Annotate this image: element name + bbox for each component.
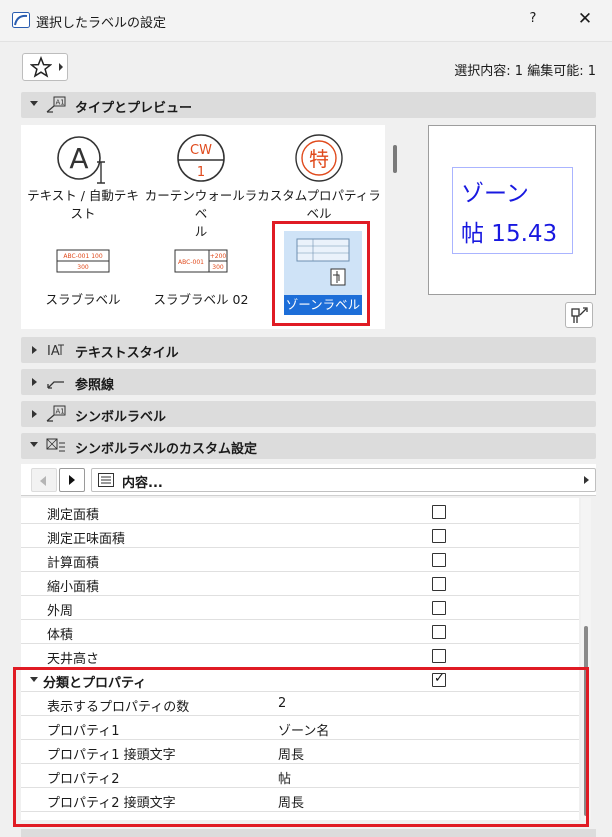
preview-line-1: ゾーン — [461, 181, 529, 207]
row-name: 計算面積 — [47, 556, 100, 571]
svg-text:ABC-001 100: ABC-001 100 — [63, 253, 102, 260]
row-name: 天井高さ — [47, 652, 100, 667]
section-title: シンボルラベル — [75, 410, 167, 425]
caret-right-icon — [59, 63, 63, 71]
preview-pane: ゾーン 帖 15.43 — [428, 125, 596, 295]
symbol-label-icon: A1 — [46, 405, 66, 422]
section-partial — [21, 829, 596, 837]
collapse-icon — [30, 101, 38, 106]
help-button[interactable]: ? — [524, 11, 542, 31]
collapse-icon — [30, 442, 38, 447]
preview-options-button[interactable] — [565, 302, 593, 328]
row-checkbox[interactable] — [432, 577, 446, 591]
row-name: 縮小面積 — [47, 580, 100, 595]
type-caption: スラブラベル 02 — [153, 292, 249, 307]
row-name: 体積 — [47, 628, 74, 643]
list-row: 測定面積 — [21, 500, 579, 524]
section-symbol-label[interactable]: A1 シンボルラベル — [21, 401, 596, 427]
leader-line-icon — [47, 381, 64, 389]
row-name: 測定面積 — [47, 508, 100, 523]
title-bar: 選択したラベルの設定 ? ✕ — [0, 0, 612, 42]
row-checkbox[interactable] — [432, 553, 446, 567]
svg-text:1: 1 — [197, 165, 205, 180]
list-row: 体積 — [21, 620, 579, 644]
row-checkbox[interactable] — [432, 529, 446, 543]
preview-line-2: 帖 15.43 — [461, 221, 558, 247]
list-row: 縮小面積 — [21, 572, 579, 596]
section-title: タイプとプレビュー — [75, 101, 193, 116]
expand-icon — [32, 410, 37, 418]
svg-text:A: A — [69, 142, 88, 175]
label-type-custom-property[interactable]: 特 カスタムプロパティラ ベル — [257, 131, 381, 223]
highlight-properties — [13, 667, 589, 827]
type-caption: スラブラベル — [45, 292, 121, 307]
slab-label-icon: ABC-001 100 300 — [56, 249, 110, 273]
section-text-style[interactable]: IA テキストスタイル — [21, 337, 596, 363]
expand-icon — [32, 346, 37, 354]
type-caption: カスタムプロパティラ — [257, 188, 381, 203]
list-row: 外周 — [21, 596, 579, 620]
row-checkbox[interactable] — [432, 601, 446, 615]
label-type-curtain-wall[interactable]: CW 1 カーテンウォールラベ ル — [139, 131, 263, 241]
svg-text:ABC-001: ABC-001 — [178, 259, 204, 266]
star-icon — [30, 56, 52, 78]
window-title: 選択したラベルの設定 — [36, 16, 167, 31]
label-type-text-auto[interactable]: A テキスト / 自動テキ スト — [21, 131, 145, 223]
svg-text:A1: A1 — [56, 99, 65, 107]
content-dropdown-label: 内容... — [122, 476, 163, 491]
svg-text:特: 特 — [309, 147, 329, 171]
caret-right-icon — [584, 476, 589, 484]
svg-text:A1: A1 — [56, 408, 65, 416]
svg-text:300: 300 — [77, 264, 89, 271]
row-checkbox[interactable] — [432, 649, 446, 663]
list-row: 計算面積 — [21, 548, 579, 572]
text-label-icon: A — [57, 136, 105, 184]
section-title: シンボルラベルのカスタム設定 — [75, 442, 258, 457]
preview-label: ゾーン 帖 15.43 — [452, 167, 573, 254]
list-row: 天井高さ — [21, 644, 579, 668]
close-button[interactable]: ✕ — [574, 9, 596, 31]
section-title: 参照線 — [75, 378, 115, 393]
section-leader[interactable]: 参照線 — [21, 369, 596, 395]
content-dropdown[interactable]: 内容... — [91, 468, 596, 492]
svg-text:IA: IA — [47, 344, 60, 359]
section-type-preview[interactable]: A1 タイプとプレビュー — [21, 92, 596, 118]
app-logo-icon — [12, 12, 30, 28]
expand-icon — [32, 378, 37, 386]
curtain-wall-label-icon: CW 1 — [177, 134, 225, 182]
type-caption: カーテンウォールラベ — [144, 188, 258, 221]
svg-text:+200: +200 — [210, 253, 227, 260]
chevron-right-icon — [69, 475, 75, 485]
section-custom-settings[interactable]: シンボルラベルのカスタム設定 — [21, 433, 596, 459]
list-icon — [98, 473, 114, 487]
type-caption: テキスト / 自動テキ — [27, 188, 139, 203]
row-checkbox[interactable] — [432, 625, 446, 639]
next-button[interactable] — [59, 468, 85, 492]
svg-text:300: 300 — [212, 264, 224, 271]
text-style-icon: IA — [47, 344, 64, 359]
previous-button[interactable] — [31, 468, 57, 492]
favorites-button[interactable] — [22, 53, 68, 81]
custom-property-label-icon: 特 — [295, 134, 343, 182]
preview-figure-icon — [571, 307, 588, 323]
type-caption: ル — [194, 224, 208, 239]
custom-settings-icon — [46, 438, 65, 452]
selection-info: 選択内容: 1 編集可能: 1 — [454, 64, 596, 79]
section-title: テキストスタイル — [75, 346, 179, 361]
label-type-slab[interactable]: ABC-001 100 300 スラブラベル — [21, 243, 145, 309]
row-name: 外周 — [47, 604, 74, 619]
label-type-slab-02[interactable]: ABC-001 +200 300 スラブラベル 02 — [139, 243, 263, 309]
row-name: 測定正味面積 — [47, 532, 126, 547]
list-row: 測定正味面積 — [21, 524, 579, 548]
type-caption: スト — [70, 206, 96, 221]
row-checkbox[interactable] — [432, 505, 446, 519]
grid-scrollbar-thumb[interactable] — [393, 145, 397, 173]
svg-text:CW: CW — [190, 143, 212, 158]
chevron-left-icon — [40, 476, 46, 486]
label-type-icon: A1 — [46, 96, 66, 113]
slab-label-02-icon: ABC-001 +200 300 — [174, 249, 228, 273]
content-toolbar: 内容... — [21, 464, 596, 496]
highlight-zone-label — [272, 221, 370, 326]
